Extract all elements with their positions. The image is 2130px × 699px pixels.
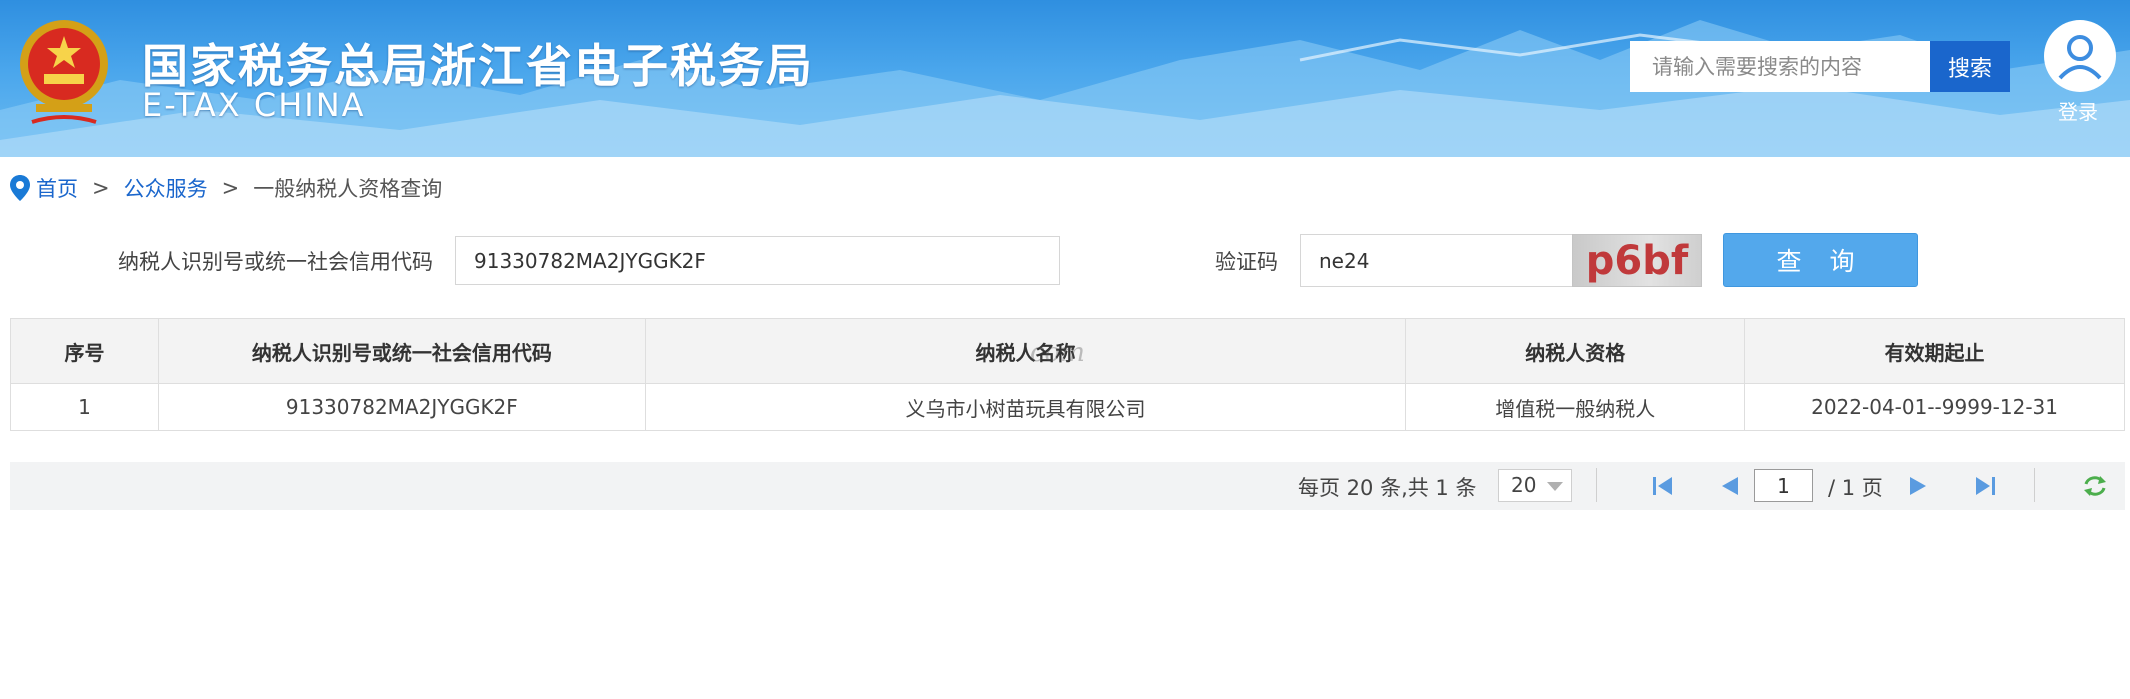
site-header: 国家税务总局浙江省电子税务局 E-TAX CHINA 搜索 登录 (0, 0, 2130, 157)
table-row: 1 91330782MA2JYGGK2F 义乌市小树苗玩具有限公司 增值税一般纳… (10, 383, 2125, 431)
next-page-button[interactable] (1906, 474, 1932, 498)
prev-page-button[interactable] (1716, 474, 1742, 498)
national-tax-emblem-icon (14, 12, 114, 142)
breadcrumb-separator: > (221, 176, 240, 200)
page-size-value: 20 (1511, 473, 1537, 497)
first-page-button[interactable] (1650, 474, 1676, 498)
user-icon (2058, 35, 2102, 80)
breadcrumb-home[interactable]: 首页 (36, 173, 78, 203)
last-page-icon (1976, 477, 1995, 495)
captcha-image[interactable]: p6bf (1572, 234, 1702, 287)
page-total: / 1 页 (1828, 476, 1883, 500)
refresh-button[interactable] (2082, 474, 2108, 498)
column-header-index: 序号 (10, 318, 159, 384)
prev-page-icon (1722, 477, 1738, 495)
column-header-validity: 有效期起止 (1744, 318, 2125, 384)
search-button[interactable]: 搜索 (1930, 41, 2010, 92)
login-label[interactable]: 登录 (2058, 96, 2098, 125)
breadcrumb: 首页 > 公众服务 > 一般纳税人资格查询 (10, 174, 442, 202)
refresh-icon (2084, 476, 2106, 496)
breadcrumb-separator: > (92, 176, 110, 200)
pager-divider (1596, 468, 1597, 502)
cell-qualification: 增值税一般纳税人 (1405, 383, 1746, 431)
cell-index: 1 (10, 383, 159, 431)
breadcrumb-public-service[interactable]: 公众服务 (124, 173, 208, 203)
chevron-down-icon (1547, 482, 1563, 491)
results-table: 序号 纳税人识别号或统一社会信用代码 纳税人名称 纳税人资格 有效期起止 1 9… (10, 318, 2125, 431)
query-button[interactable]: 查 询 (1723, 233, 1918, 287)
cell-validity: 2022-04-01--9999-12-31 (1744, 383, 2125, 431)
site-subtitle: E-TAX CHINA (142, 86, 366, 124)
taxpayer-id-label: 纳税人识别号或统一社会信用代码 (118, 250, 433, 274)
breadcrumb-current: 一般纳税人资格查询 (253, 177, 443, 201)
pager-divider (2034, 468, 2035, 502)
location-pin-icon (10, 175, 30, 201)
page-size-select[interactable]: 20 (1498, 469, 1572, 502)
first-page-icon (1653, 477, 1672, 495)
column-header-taxpayer-name: 纳税人名称 (644, 318, 1407, 384)
pagination-bar: 每页 20 条,共 1 条 20 / 1 页 (10, 462, 2125, 510)
last-page-button[interactable] (1972, 474, 1998, 498)
captcha-label: 验证码 (1215, 250, 1278, 274)
cell-taxpayer-name: 义乌市小树苗玩具有限公司 (644, 383, 1407, 431)
search-input[interactable] (1630, 41, 1930, 92)
page-number-input[interactable] (1754, 469, 1813, 502)
watermark: com (1030, 338, 1085, 368)
column-header-taxpayer-id: 纳税人识别号或统一社会信用代码 (157, 318, 646, 384)
taxpayer-id-input[interactable] (455, 236, 1060, 285)
column-header-qualification: 纳税人资格 (1405, 318, 1746, 384)
next-page-icon (1910, 477, 1926, 495)
captcha-input[interactable] (1300, 234, 1575, 287)
login-button[interactable] (2044, 20, 2116, 92)
page-info: 每页 20 条,共 1 条 (1298, 476, 1477, 500)
cell-taxpayer-id: 91330782MA2JYGGK2F (157, 383, 646, 431)
